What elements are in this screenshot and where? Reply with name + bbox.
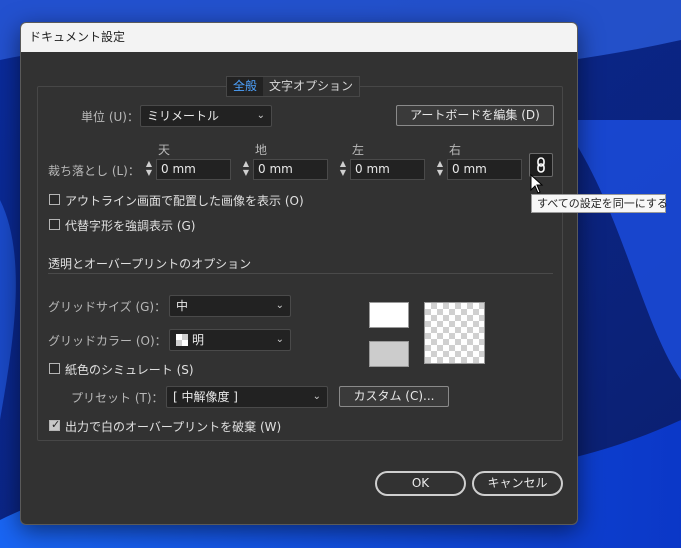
grid-size-select[interactable]: 中 ⌄ [169,295,291,317]
stepper-icon[interactable]: ▲ ▼ [240,159,252,180]
stepper-icon[interactable]: ▲ ▼ [337,159,349,180]
bleed-left-input[interactable]: 0 mm [350,159,425,180]
discard-overprint-label: 出力で白のオーバープリントを破棄 (W) [65,420,282,434]
simulate-paper-label: 紙色のシミュレート (S) [65,363,194,377]
grid-color-swatch [176,334,188,346]
edit-artboard-button[interactable]: アートボードを編集 (D) [396,105,554,126]
preset-label: プリセット (T)： [71,391,164,405]
bleed-bottom-input[interactable]: 0 mm [253,159,328,180]
chevron-down-icon: ⌄ [312,391,321,402]
units-select[interactable]: ミリメートル ⌄ [140,105,272,127]
chevron-down-icon: ⌄ [275,334,284,345]
tab-general[interactable]: 全般 [227,77,264,96]
grid-color-label: グリッドカラー (O)： [48,334,167,348]
grid-color-swatch-preview[interactable] [369,341,409,367]
transparency-section-title: 透明とオーバープリントのオプション [48,257,252,271]
outline-images-checkbox[interactable] [49,194,60,205]
highlight-glyphs-checkbox[interactable] [49,219,60,230]
grid-color-value: 明 [192,333,205,347]
bleed-top-label: 天 [158,143,171,157]
discard-overprint-checkbox[interactable] [49,418,60,431]
bleed-right-input[interactable]: 0 mm [447,159,522,180]
chevron-down-icon: ⌄ [275,300,284,311]
grid-size-label: グリッドサイズ (G)： [48,300,167,314]
bleed-right-label: 右 [449,143,462,157]
stepper-icon[interactable]: ▲ ▼ [434,159,446,180]
paper-color-fill [370,303,408,327]
transparency-grid-preview [424,302,485,364]
grid-size-value: 中 [176,299,189,313]
ok-button[interactable]: OK [375,471,466,496]
highlight-glyphs-label: 代替字形を強調表示 (G) [65,219,196,233]
chain-link-icon [537,157,545,173]
simulate-paper-checkbox[interactable] [49,363,60,374]
outline-images-label: アウトライン画面で配置した画像を表示 (O) [65,194,304,208]
preset-value: [ 中解像度 ] [173,390,238,404]
stepper-icon[interactable]: ▲ ▼ [143,159,155,180]
dialog-title: ドキュメント設定 [21,23,577,52]
units-value: ミリメートル [147,109,220,123]
bleed-bottom-label: 地 [255,143,268,157]
cancel-button[interactable]: キャンセル [472,471,563,496]
section-divider [48,273,553,274]
grid-color-fill [370,342,408,366]
tab-text-options[interactable]: 文字オプション [263,77,359,96]
bleed-top-input[interactable]: 0 mm [156,159,231,180]
tab-bar: 全般 文字オプション [226,76,361,97]
custom-button[interactable]: カスタム (C)... [339,386,449,407]
grid-color-select[interactable]: 明 ⌄ [169,329,291,351]
bleed-left-label: 左 [352,143,365,157]
link-tooltip: すべての設定を同一にする [531,194,668,213]
document-setup-dialog: ドキュメント設定 全般 文字オプション 単位 (U)： ミリメートル ⌄ アート… [20,22,578,525]
bleed-label: 裁ち落とし (L)： [48,164,140,178]
units-label: 単位 (U)： [81,110,139,124]
paper-color-swatch[interactable] [369,302,409,328]
chevron-down-icon: ⌄ [256,110,265,121]
preset-select[interactable]: [ 中解像度 ] ⌄ [166,386,328,408]
mouse-cursor-icon [530,174,544,194]
